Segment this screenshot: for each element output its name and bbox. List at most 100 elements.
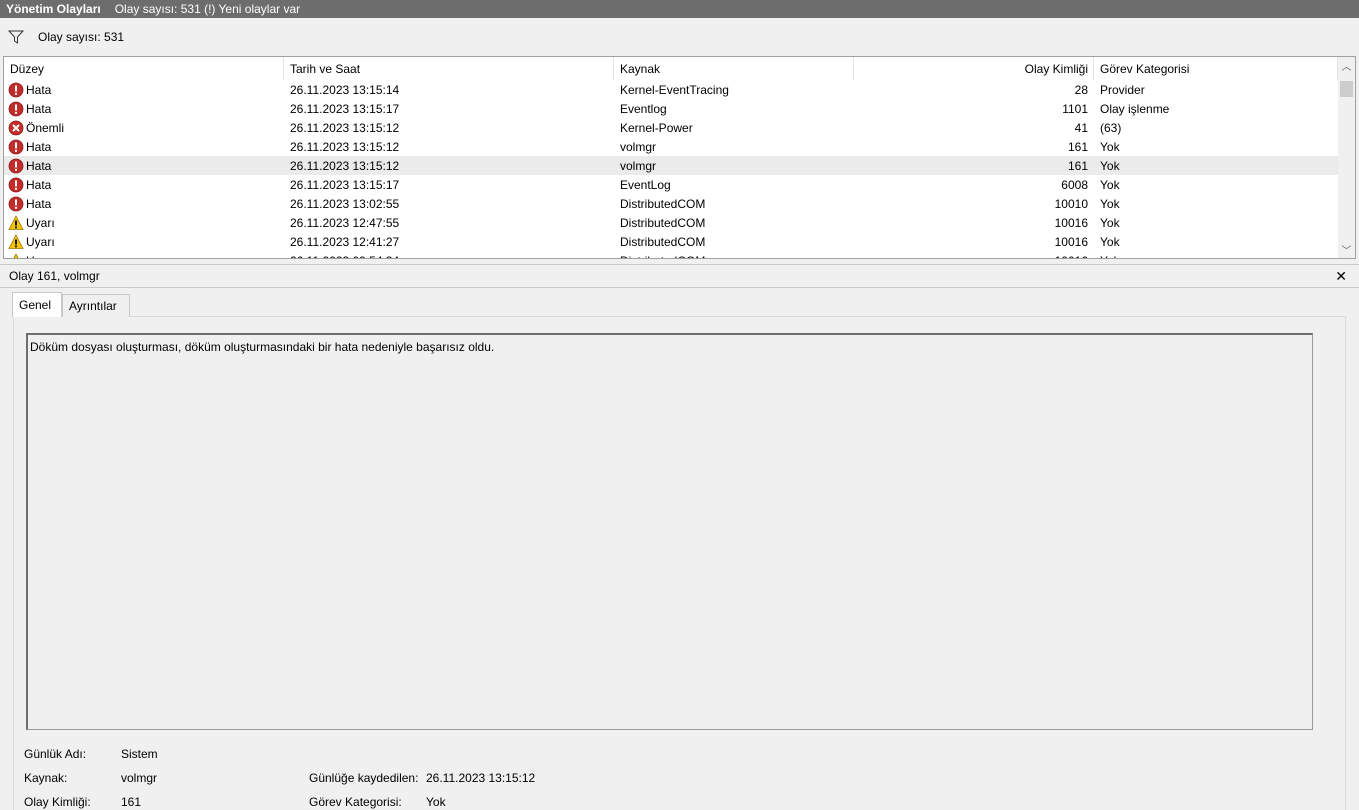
event-id-label: Olay Kimliği: bbox=[24, 795, 91, 809]
table-row[interactable]: Hata 26.11.2023 13:15:12 volmgr 161 Yok bbox=[4, 137, 1338, 156]
level-cell: Hata bbox=[8, 137, 51, 156]
source-cell: volmgr bbox=[620, 139, 657, 154]
column-header-source[interactable]: Kaynak bbox=[614, 57, 854, 80]
date-cell: 26.11.2023 13:15:12 bbox=[290, 120, 400, 135]
window-status: Olay sayısı: 531 (!) Yeni olaylar var bbox=[114, 2, 301, 16]
table-row[interactable]: Hata 26.11.2023 13:15:17 EventLog 6008 Yok bbox=[4, 175, 1338, 194]
column-header-date[interactable]: Tarih ve Saat bbox=[284, 57, 614, 80]
grid-body: Hata 26.11.2023 13:15:14 Kernel-EventTraci… bbox=[4, 80, 1338, 259]
category-cell: Yok bbox=[1100, 158, 1120, 173]
level-text: Hata bbox=[26, 158, 52, 173]
source-cell: Kernel-EventTracing bbox=[620, 82, 729, 97]
source-cell: Kernel-Power bbox=[620, 120, 693, 135]
event-count-label: Olay sayısı: 531 bbox=[38, 29, 125, 44]
level-text: Hata bbox=[26, 196, 52, 211]
column-header-level[interactable]: Düzey bbox=[4, 57, 284, 80]
source-cell: DistributedCOM bbox=[620, 251, 705, 259]
date-cell: 26.11.2023 13:15:14 bbox=[290, 82, 400, 97]
date-cell: 26.11.2023 12:47:55 bbox=[290, 215, 400, 230]
tab-general[interactable]: Genel bbox=[12, 292, 62, 317]
detail-header: Olay 161, volmgr ✕ bbox=[0, 264, 1359, 288]
level-cell: Hata bbox=[8, 156, 51, 175]
level-cell: Uyarı bbox=[8, 232, 55, 251]
source-cell: DistributedCOM bbox=[620, 196, 706, 211]
date-cell: 26.11.2023 13:15:12 bbox=[290, 158, 400, 173]
table-row[interactable]: Hata 26.11.2023 13:15:14 Kernel-EventTraci… bbox=[4, 80, 1338, 99]
source-label: Kaynak: bbox=[24, 771, 68, 785]
source-cell: Eventlog bbox=[620, 101, 667, 116]
event-id-cell: 10010 bbox=[1054, 196, 1088, 211]
category-value: Yok bbox=[426, 795, 446, 809]
level-text: Hata bbox=[26, 101, 52, 116]
source-value: volmgr bbox=[121, 771, 158, 785]
scroll-down-icon[interactable]: ﹀ bbox=[1338, 241, 1355, 258]
table-row[interactable]: Hata 26.11.2023 13:02:55 DistributedCOM 100… bbox=[4, 194, 1338, 213]
scrollbar-thumb[interactable] bbox=[1340, 81, 1353, 97]
event-grid[interactable]: Düzey Tarih ve Saat Kaynak Olay Kimliği … bbox=[3, 56, 1356, 259]
category-cell: Yok bbox=[1100, 215, 1120, 230]
grid-header: Düzey Tarih ve Saat Kaynak Olay Kimliği … bbox=[4, 57, 1338, 80]
warning-icon bbox=[8, 214, 24, 230]
date-cell: 26.11.2023 13:15:17 bbox=[290, 101, 400, 116]
table-row[interactable]: Hata 26.11.2023 13:15:12 volmgr 161 Yok bbox=[4, 156, 1338, 175]
event-id-cell: 28 bbox=[1074, 82, 1088, 97]
detail-title: Olay 161, volmgr bbox=[9, 269, 100, 283]
date-cell: 26.11.2023 13:15:12 bbox=[290, 139, 400, 154]
table-row[interactable]: Uyarı 26.11.2023 12:47:55 DistributedCOM 10… bbox=[4, 213, 1338, 232]
category-cell: (63) bbox=[1100, 120, 1122, 135]
vertical-scrollbar[interactable]: ︿ ﹀ bbox=[1338, 57, 1355, 258]
window-title-bar: Yönetim Olayları Olay sayısı: 531 (!) Ye… bbox=[0, 0, 1359, 18]
level-text: Hata bbox=[26, 139, 52, 154]
column-header-event-id[interactable]: Olay Kimliği bbox=[854, 57, 1094, 80]
event-id-cell: 6008 bbox=[1061, 177, 1088, 192]
event-id-cell: 161 bbox=[1067, 158, 1088, 173]
filter-bar: Olay sayısı: 531 bbox=[0, 18, 1359, 55]
event-description[interactable]: Döküm dosyası oluşturması, döküm oluştur… bbox=[26, 333, 1313, 730]
error-icon bbox=[8, 158, 24, 173]
event-id-cell: 10016 bbox=[1054, 215, 1088, 230]
column-header-category[interactable]: Görev Kategorisi bbox=[1094, 57, 1338, 80]
error-icon bbox=[8, 101, 24, 116]
date-cell: 26.11.2023 09:54:34 bbox=[290, 251, 399, 259]
tab-details[interactable]: Ayrıntılar bbox=[62, 294, 130, 317]
level-text: Uyarı bbox=[26, 215, 55, 230]
source-cell: EventLog bbox=[620, 177, 671, 192]
event-id-cell: 41 bbox=[1074, 120, 1088, 135]
level-cell: Hata bbox=[8, 99, 51, 118]
category-cell: Yok bbox=[1100, 196, 1120, 211]
table-row[interactable]: Önemli 26.11.2023 13:15:12 Kernel-Power 41 (… bbox=[4, 118, 1338, 137]
table-row[interactable]: Uyarı 26.11.2023 09:54:34 DistributedCOM 10… bbox=[4, 251, 1338, 259]
log-name-value: Sistem bbox=[121, 747, 158, 761]
level-cell: Hata bbox=[8, 194, 51, 213]
close-icon[interactable]: ✕ bbox=[1335, 268, 1347, 285]
event-id-cell: 10016 bbox=[1054, 234, 1088, 249]
window-title: Yönetim Olayları bbox=[6, 2, 101, 16]
category-cell: Yok bbox=[1100, 177, 1120, 192]
category-cell: Provider bbox=[1100, 82, 1145, 97]
level-text: Uyarı bbox=[26, 254, 55, 259]
category-cell: Yok bbox=[1100, 139, 1120, 154]
level-cell: Hata bbox=[8, 175, 51, 194]
event-id-cell: 10016 bbox=[854, 251, 1088, 259]
date-cell: 26.11.2023 12:41:27 bbox=[290, 234, 400, 249]
category-label: Görev Kategorisi: bbox=[309, 795, 402, 809]
level-cell: Hata bbox=[8, 80, 51, 99]
event-id-cell: 1101 bbox=[1062, 101, 1088, 116]
event-id-value: 161 bbox=[121, 795, 142, 809]
level-text: Hata bbox=[26, 177, 52, 192]
table-row[interactable]: Hata 26.11.2023 13:15:17 Eventlog 1101 Olay … bbox=[4, 99, 1338, 118]
level-cell: Önemli bbox=[8, 118, 64, 137]
date-cell: 26.11.2023 13:02:55 bbox=[290, 196, 400, 211]
category-cell: Yok bbox=[1100, 251, 1120, 259]
table-row[interactable]: Uyarı 26.11.2023 12:41:27 DistributedCOM 10… bbox=[4, 232, 1338, 251]
level-cell: Uyarı bbox=[8, 251, 55, 259]
filter-icon[interactable] bbox=[8, 30, 24, 44]
error-icon bbox=[8, 139, 24, 154]
error-icon bbox=[8, 177, 24, 192]
critical-icon bbox=[8, 120, 24, 135]
level-text: Önemli bbox=[26, 120, 65, 135]
level-text: Hata bbox=[26, 82, 52, 97]
warning-icon bbox=[8, 233, 24, 249]
category-cell: Yok bbox=[1100, 234, 1120, 249]
scroll-up-icon[interactable]: ︿ bbox=[1338, 57, 1355, 74]
